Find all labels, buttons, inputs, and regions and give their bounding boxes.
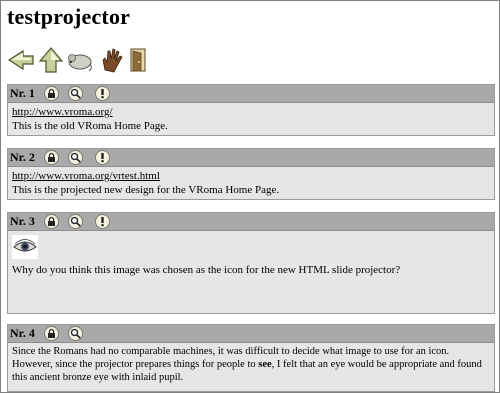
- lock-icon[interactable]: [44, 150, 59, 165]
- slide-header: Nr. 4: [8, 325, 494, 343]
- magnifier-icon[interactable]: [68, 326, 83, 341]
- slide-number: Nr. 1: [10, 86, 35, 100]
- slide-2: Nr. 2 http://www.vroma.org/vrtest.html T…: [7, 148, 495, 200]
- slide-1: Nr. 1 http://www.vroma.org/ This is the …: [7, 84, 495, 136]
- door-icon[interactable]: [125, 46, 153, 74]
- slide-header: Nr. 1: [8, 85, 494, 103]
- slide-link[interactable]: http://www.vroma.org/: [12, 106, 113, 118]
- slide-header: Nr. 2: [8, 149, 494, 167]
- slide-number: Nr. 4: [10, 326, 35, 340]
- exclamation-icon[interactable]: [95, 86, 110, 101]
- hand-icon[interactable]: [99, 46, 127, 74]
- lock-icon[interactable]: [44, 326, 59, 341]
- slide-body: http://www.vroma.org/ This is the old VR…: [8, 103, 494, 135]
- mouse-icon[interactable]: [65, 46, 93, 74]
- slide-number: Nr. 2: [10, 150, 35, 164]
- slide-3: Nr. 3 Why do you think this image was ch…: [7, 212, 495, 314]
- slide-link[interactable]: http://www.vroma.org/vrtest.html: [12, 170, 160, 182]
- lock-icon[interactable]: [44, 214, 59, 229]
- lock-icon[interactable]: [44, 86, 59, 101]
- magnifier-icon[interactable]: [68, 150, 83, 165]
- page-title: testprojector: [7, 4, 131, 29]
- slide-4: Nr. 4 Since the Romans had no comparable…: [7, 324, 495, 392]
- slide-text: This is the old VRoma Home Page.: [12, 120, 168, 132]
- exclamation-icon[interactable]: [95, 214, 110, 229]
- slide-number: Nr. 3: [10, 214, 35, 228]
- magnifier-icon[interactable]: [68, 214, 83, 229]
- slide-body: Why do you think this image was chosen a…: [8, 231, 494, 279]
- slide-text: This is the projected new design for the…: [12, 184, 280, 196]
- slide-header: Nr. 3: [8, 213, 494, 231]
- magnifier-icon[interactable]: [68, 86, 83, 101]
- slide-text: Why do you think this image was chosen a…: [12, 264, 401, 276]
- back-arrow-icon[interactable]: [7, 46, 35, 74]
- slide-body: Since the Romans had no comparable machi…: [8, 343, 494, 386]
- eye-icon[interactable]: [12, 235, 38, 259]
- slide-body: http://www.vroma.org/vrtest.html This is…: [8, 167, 494, 199]
- up-arrow-icon[interactable]: [37, 46, 65, 74]
- slide-text-bold: see: [258, 359, 272, 370]
- exclamation-icon[interactable]: [95, 150, 110, 165]
